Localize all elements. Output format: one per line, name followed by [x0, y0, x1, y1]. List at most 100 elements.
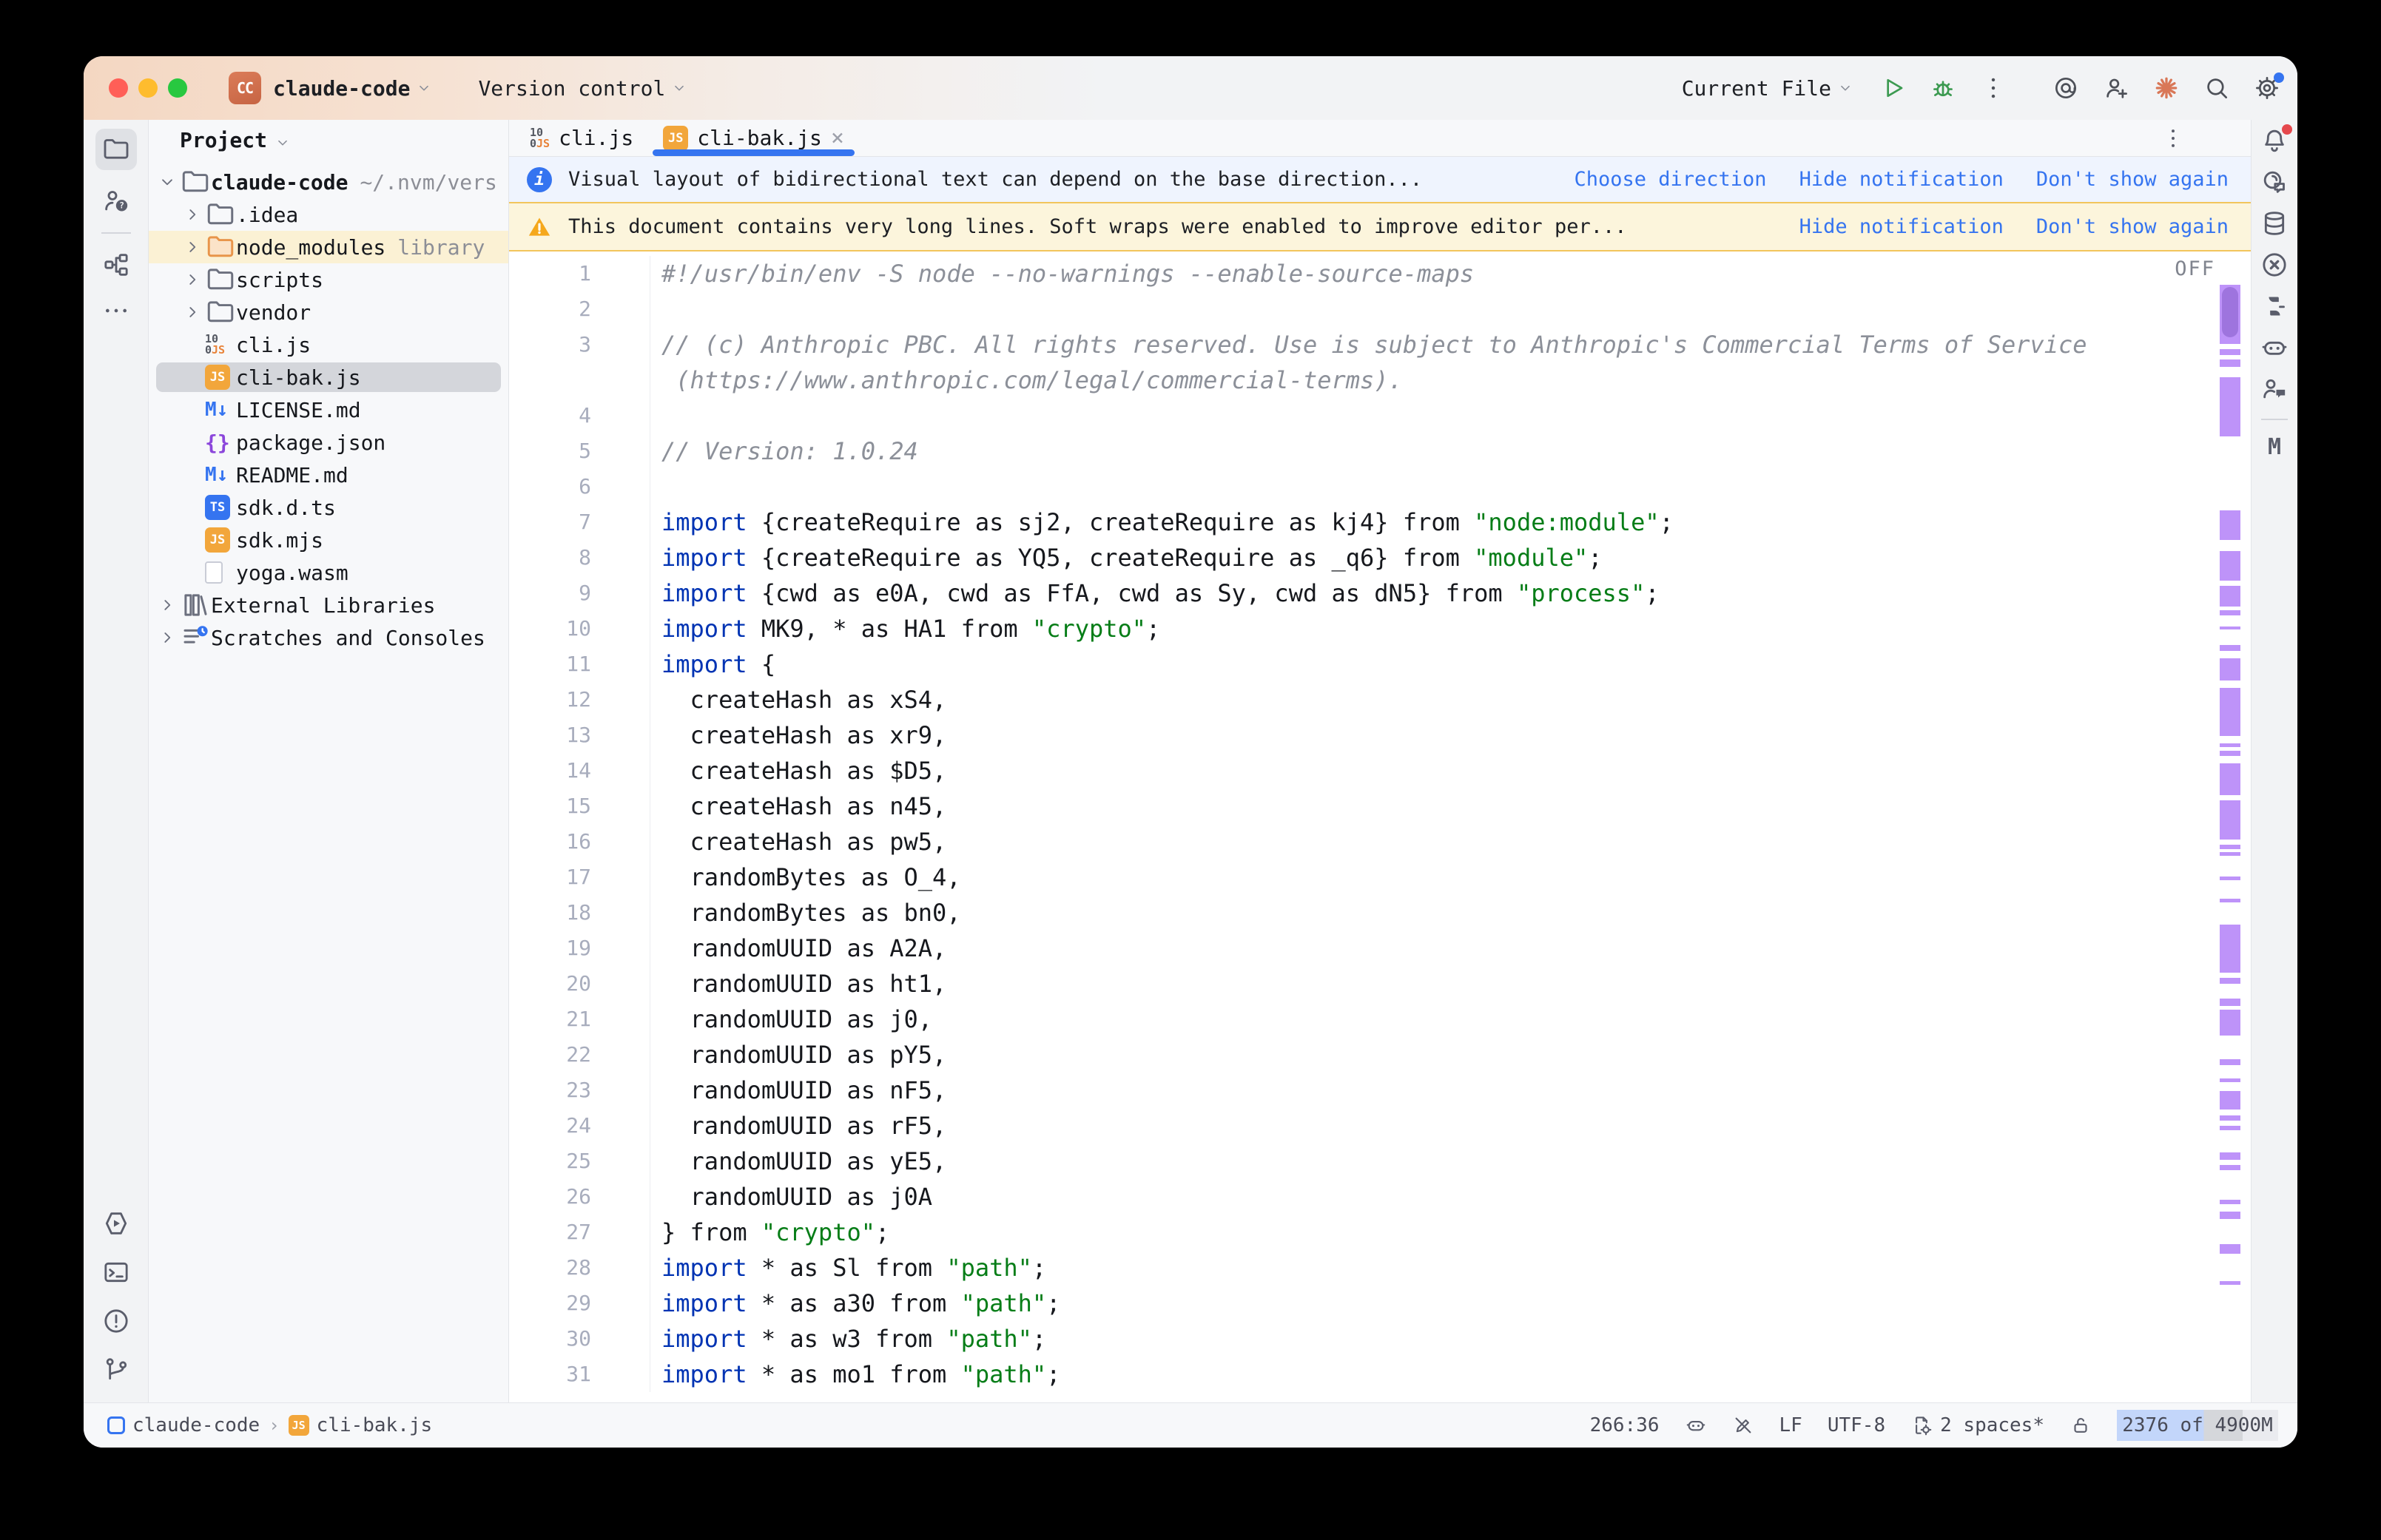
line-number[interactable]: 7: [509, 504, 650, 540]
database-icon[interactable]: [2260, 209, 2289, 238]
codex-icon[interactable]: [2260, 250, 2289, 280]
tree-item-scripts[interactable]: scripts: [149, 263, 508, 296]
tree-item-sdk.d.ts[interactable]: TS sdk.d.ts: [149, 491, 508, 524]
run-button[interactable]: [1879, 74, 1907, 102]
line-number[interactable]: 6: [509, 469, 650, 504]
line-number[interactable]: 14: [509, 753, 650, 788]
tree-item-cli.js[interactable]: 100JS cli.js: [149, 328, 508, 361]
zoom-window-button[interactable]: [168, 78, 187, 98]
line-number[interactable]: 20: [509, 966, 650, 1002]
line-number[interactable]: [509, 362, 650, 398]
line-number[interactable]: 8: [509, 540, 650, 575]
line-number[interactable]: 17: [509, 860, 650, 895]
terminal-icon[interactable]: [101, 1257, 131, 1287]
claude-icon[interactable]: [2152, 74, 2180, 102]
caret-position[interactable]: 266:36: [1590, 1414, 1660, 1436]
line-separator-widget[interactable]: LF: [1779, 1414, 1802, 1436]
chevron-right-icon[interactable]: [180, 205, 205, 224]
tree-item-.idea[interactable]: .idea: [149, 198, 508, 231]
line-number[interactable]: 23: [509, 1073, 650, 1108]
bell-icon[interactable]: [2260, 126, 2289, 155]
line-number[interactable]: 24: [509, 1108, 650, 1144]
indent-widget[interactable]: 2 spaces*: [1910, 1414, 2044, 1436]
lock-icon[interactable]: [2070, 1414, 2092, 1436]
project-tool-window-button[interactable]: [95, 129, 137, 170]
copilot-icon[interactable]: [2260, 333, 2289, 362]
chevron-right-icon[interactable]: [180, 270, 205, 289]
editor-tab-cli-bak.js[interactable]: JS cli-bak.js ×: [648, 120, 859, 156]
plugin-icon[interactable]: [2260, 291, 2289, 321]
memory-indicator[interactable]: 2376 of 4900M: [2117, 1410, 2278, 1441]
line-number[interactable]: 4: [509, 398, 650, 433]
chevron-down-icon[interactable]: [155, 172, 180, 192]
tree-item-cli-bak.js[interactable]: JS cli-bak.js: [149, 361, 508, 394]
tab-options-icon[interactable]: [2161, 126, 2186, 151]
line-number[interactable]: 3: [509, 327, 650, 362]
tree-item-vendor[interactable]: vendor: [149, 296, 508, 328]
structure-icon[interactable]: [101, 250, 131, 280]
breadcrumb-file[interactable]: JS cli-bak.js: [289, 1414, 433, 1436]
version-control-menu-button[interactable]: Version control: [478, 76, 687, 101]
pull-requests-icon[interactable]: ?: [101, 186, 131, 216]
line-number[interactable]: 30: [509, 1321, 650, 1357]
tree-item-README.md[interactable]: M↓ README.md: [149, 459, 508, 491]
more-tool-windows-icon[interactable]: [101, 296, 131, 325]
code-editor[interactable]: 1 #!/usr/bin/env -S node --no-warnings -…: [509, 251, 2251, 1402]
chevron-right-icon[interactable]: [180, 237, 205, 257]
settings-button[interactable]: [2253, 74, 2281, 102]
line-number[interactable]: 16: [509, 824, 650, 860]
line-number[interactable]: 27: [509, 1215, 650, 1250]
line-number[interactable]: 11: [509, 646, 650, 682]
line-number[interactable]: 2: [509, 291, 650, 327]
line-number[interactable]: 26: [509, 1179, 650, 1215]
line-number[interactable]: 13: [509, 717, 650, 753]
chevron-right-icon[interactable]: [180, 303, 205, 322]
problems-icon[interactable]: [101, 1306, 131, 1336]
search-everywhere-button[interactable]: [2203, 74, 2231, 102]
line-number[interactable]: 25: [509, 1144, 650, 1179]
git-branch-icon[interactable]: [101, 1355, 131, 1385]
ai-mentions-icon[interactable]: [2052, 74, 2080, 102]
close-window-button[interactable]: [109, 78, 128, 98]
banner-link-choose-direction[interactable]: Choose direction: [1574, 168, 1766, 191]
close-tab-icon[interactable]: ×: [831, 127, 844, 149]
copilot-status-icon[interactable]: [1685, 1414, 1707, 1436]
highlighting-level-indicator[interactable]: OFF: [2175, 257, 2215, 280]
banner-link-don-t-show-again[interactable]: Don't show again: [2036, 168, 2229, 191]
scrollbar-thumb[interactable]: [2222, 287, 2238, 337]
breadcrumb-project[interactable]: claude-code: [107, 1414, 260, 1436]
line-number[interactable]: 1: [509, 256, 650, 291]
minimize-window-button[interactable]: [138, 78, 158, 98]
line-number[interactable]: 18: [509, 895, 650, 931]
banner-link-hide-notification[interactable]: Hide notification: [1799, 215, 2004, 238]
add-user-button[interactable]: [2102, 74, 2130, 102]
readonly-toggle-icon[interactable]: [1732, 1414, 1754, 1436]
tree-item-node_modules[interactable]: node_moduleslibrary: [149, 231, 508, 263]
code-with-me-icon[interactable]: [2260, 374, 2289, 404]
tree-item-package.json[interactable]: {} package.json: [149, 426, 508, 459]
gemini-icon[interactable]: M: [2260, 432, 2289, 462]
ai-assistant-icon[interactable]: [2260, 167, 2289, 197]
line-number[interactable]: 21: [509, 1002, 650, 1037]
line-number[interactable]: 10: [509, 611, 650, 646]
run-configuration-selector[interactable]: Current File: [1682, 76, 1853, 101]
editor-scrollbar-stripe[interactable]: [2220, 251, 2242, 1402]
editor-tab-cli.js[interactable]: 100JS cli.js: [515, 120, 648, 156]
tree-item-yoga.wasm[interactable]: yoga.wasm: [149, 556, 508, 589]
tree-item-LICENSE.md[interactable]: M↓ LICENSE.md: [149, 394, 508, 426]
project-menu-button[interactable]: claude-code: [273, 76, 432, 101]
line-number[interactable]: 19: [509, 931, 650, 966]
encoding-widget[interactable]: UTF-8: [1828, 1414, 1885, 1436]
line-number[interactable]: 22: [509, 1037, 650, 1073]
tree-item-Scratches and Consoles[interactable]: Scratches and Consoles: [149, 621, 508, 654]
chevron-right-icon[interactable]: [155, 628, 180, 647]
chevron-right-icon[interactable]: [155, 595, 180, 615]
debug-button[interactable]: [1929, 74, 1957, 102]
line-number[interactable]: 29: [509, 1286, 650, 1321]
project-panel-header[interactable]: Project: [149, 120, 508, 160]
banner-link-don-t-show-again[interactable]: Don't show again: [2036, 215, 2229, 238]
line-number[interactable]: 28: [509, 1250, 650, 1286]
line-number[interactable]: 9: [509, 575, 650, 611]
tree-item-sdk.mjs[interactable]: JS sdk.mjs: [149, 524, 508, 556]
run-tool-window-icon[interactable]: [101, 1209, 131, 1238]
